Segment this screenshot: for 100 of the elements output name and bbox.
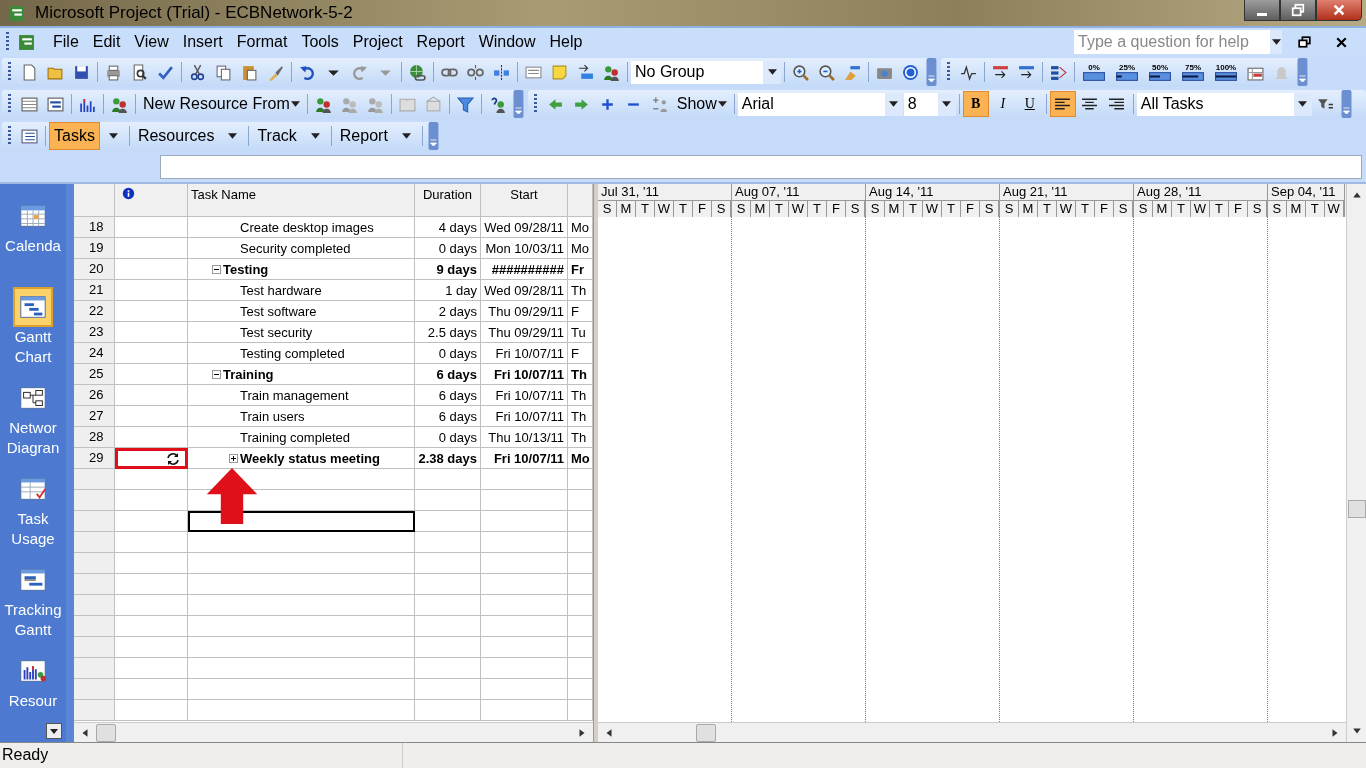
guide-tab[interactable]: Tasks [49, 122, 100, 150]
help-search-field[interactable]: Type a question for help [1074, 30, 1282, 54]
toolbar-options-icon[interactable] [512, 90, 524, 118]
day-label: M [885, 201, 904, 217]
view-label[interactable]: Gantt Chart [1, 327, 65, 367]
progress-bar-icon [1116, 72, 1138, 81]
view-label[interactable]: Networ Diagran [1, 418, 65, 458]
vertical-scrollbar[interactable] [1346, 184, 1366, 742]
table-cell[interactable] [188, 679, 415, 700]
column-header[interactable]: Duration [415, 184, 481, 217]
row-number[interactable]: 18 [74, 217, 115, 238]
caret-icon[interactable] [108, 133, 118, 139]
task-name: Testing [223, 261, 269, 277]
toolbar-options-icon[interactable] [1297, 58, 1308, 86]
row-number[interactable]: 28 [74, 427, 115, 448]
caret-icon[interactable] [401, 133, 411, 139]
row-number[interactable]: 19 [74, 238, 115, 259]
menu-item[interactable]: Format [230, 33, 296, 51]
view-label[interactable]: Task Usage [1, 509, 65, 549]
alignment-button[interactable] [1049, 91, 1076, 117]
scroll-thumb[interactable] [1347, 500, 1366, 518]
table-cell[interactable] [188, 595, 415, 616]
view-label[interactable]: Resour [1, 691, 65, 711]
toolbar-options-icon[interactable] [427, 122, 439, 150]
font-dropdown[interactable]: Arial [737, 92, 903, 116]
guide-tab[interactable]: Track [252, 122, 302, 150]
horizontal-scrollbar[interactable] [598, 722, 1346, 742]
new-resource-button[interactable]: New Resource From [139, 95, 304, 113]
filter-dropdown[interactable]: All Tasks [1136, 92, 1312, 116]
menu-item[interactable]: Project [346, 33, 411, 51]
guide-tab[interactable]: Resources [132, 122, 220, 150]
restore-button[interactable] [1280, 0, 1316, 21]
day-label: W [1191, 201, 1210, 217]
percent-complete-button[interactable]: 25% [1111, 63, 1143, 81]
view-label[interactable]: Tracking Gantt [1, 600, 65, 640]
pointer-arrow [205, 468, 259, 524]
table-cell[interactable] [188, 637, 415, 658]
guide-tab[interactable]: Report [334, 122, 393, 150]
text-style-button[interactable]: B [962, 91, 989, 117]
toolbar-options-icon[interactable] [926, 58, 937, 86]
expand-icon[interactable] [229, 453, 238, 463]
text-style-button[interactable]: I [989, 91, 1016, 117]
caret-icon [1298, 101, 1308, 107]
menu-item[interactable]: Insert [176, 33, 231, 51]
menu-item[interactable]: Report [410, 33, 473, 51]
menu-item[interactable]: File [47, 33, 87, 51]
toolbar-options-icon[interactable] [1340, 90, 1352, 118]
menu-item[interactable]: Window [472, 33, 544, 51]
scroll-down-icon[interactable] [46, 723, 62, 739]
indicators-header[interactable] [115, 184, 188, 217]
text-style-button[interactable]: U [1016, 91, 1043, 117]
row-number[interactable]: 26 [74, 385, 115, 406]
collapse-icon[interactable] [212, 264, 221, 274]
row-number[interactable]: 22 [74, 301, 115, 322]
row-number[interactable]: 24 [74, 343, 115, 364]
horizontal-scrollbar[interactable] [74, 722, 593, 742]
show-button[interactable]: Show [672, 95, 731, 113]
scroll-thumb[interactable] [96, 723, 116, 742]
duration-cell: 4 days [415, 217, 481, 238]
percent-complete-button[interactable]: 0% [1078, 63, 1110, 81]
percent-complete-button[interactable]: 75% [1177, 63, 1209, 81]
table-cell[interactable] [188, 574, 415, 595]
percent-complete-button[interactable]: 100% [1210, 63, 1242, 81]
row-number[interactable]: 23 [74, 322, 115, 343]
table-cell[interactable] [188, 469, 415, 490]
restore-icon [1291, 3, 1305, 17]
day-label: T [942, 201, 961, 217]
view-label[interactable]: Calenda [1, 236, 65, 256]
caret-icon[interactable] [228, 133, 238, 139]
font-size-dropdown[interactable]: 8 [903, 92, 956, 116]
scroll-thumb[interactable] [696, 723, 716, 742]
row-number[interactable]: 20 [74, 259, 115, 280]
column-header[interactable]: Start [481, 184, 568, 217]
minimize-button[interactable] [1244, 0, 1280, 21]
selected-cell[interactable] [188, 511, 415, 532]
table-cell[interactable] [188, 490, 415, 511]
row-number[interactable]: 21 [74, 280, 115, 301]
entry-field[interactable] [160, 155, 1362, 179]
percent-complete-button[interactable]: 50% [1144, 63, 1176, 81]
row-number[interactable]: 25 [74, 364, 115, 385]
collapse-icon[interactable] [212, 369, 221, 379]
column-header[interactable]: Task Name [188, 184, 415, 217]
close-button[interactable] [1316, 0, 1362, 21]
gantt-view-icon[interactable] [13, 287, 53, 327]
table-cell[interactable] [188, 616, 415, 637]
caret-icon[interactable] [310, 133, 320, 139]
table-cell[interactable] [188, 658, 415, 679]
table-cell[interactable] [188, 700, 415, 721]
table-cell[interactable] [188, 532, 415, 553]
row-number[interactable]: 29 [74, 448, 115, 469]
menu-item[interactable]: View [128, 33, 177, 51]
menu-item[interactable]: Help [543, 33, 591, 51]
group-dropdown[interactable]: No Group [631, 60, 781, 84]
day-label: W [655, 201, 674, 217]
day-label: T [808, 201, 827, 217]
row-number[interactable]: 27 [74, 406, 115, 427]
menu-item[interactable]: Edit [86, 33, 129, 51]
window-title: Microsoft Project (Trial) - ECBNetwork-5-2 [35, 3, 353, 23]
menu-item[interactable]: Tools [295, 33, 347, 51]
table-cell[interactable] [188, 553, 415, 574]
